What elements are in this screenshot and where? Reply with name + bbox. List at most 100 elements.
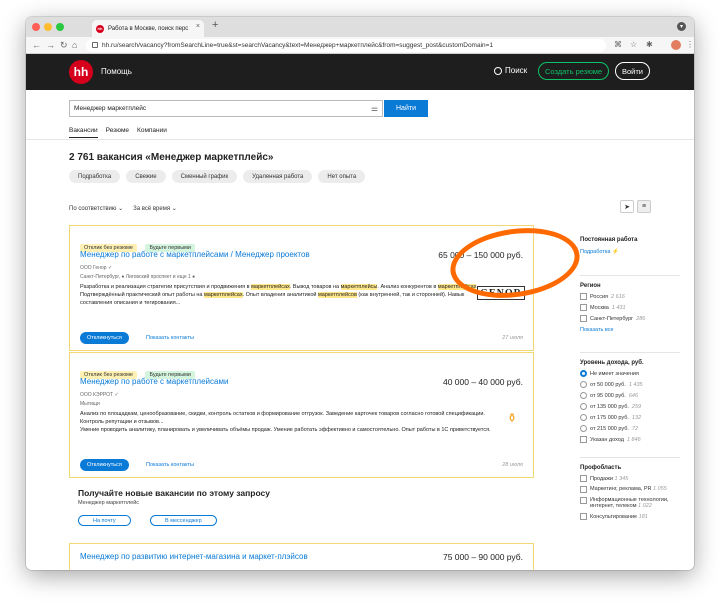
quick-filter-chips: Подработка Свежие Сменный график Удаленн…: [69, 170, 366, 183]
prof-title: Профобласть: [580, 465, 622, 471]
results-heading: 2 761 вакансия «Менеджер маркетплейс»: [69, 152, 274, 163]
prof-checkbox[interactable]: Консультирование 181: [580, 513, 680, 520]
chip-remote[interactable]: Удаленная работа: [243, 170, 313, 183]
company-name: ООО КЭРРОТ: [80, 392, 114, 398]
chevron-down-icon: ⌄: [118, 206, 124, 212]
divider: [580, 275, 680, 276]
url-text: hh.ru/search/vacancy?fromSearchLine=true…: [102, 42, 494, 49]
checkbox-icon: [580, 304, 587, 311]
vacancy-title-link[interactable]: Менеджер по работе с маркетплейсами: [80, 377, 228, 386]
search-icon: [494, 66, 502, 75]
chip-part-time[interactable]: Подработка: [69, 170, 121, 183]
tab-companies[interactable]: Компании: [137, 127, 167, 138]
chip-shift-schedule[interactable]: Сменный график: [171, 170, 238, 183]
subscribe-email-button[interactable]: На почту: [78, 515, 131, 526]
bookmark-star-icon[interactable]: ☆: [630, 40, 637, 49]
url-input[interactable]: hh.ru/search/vacancy?fromSearchLine=true…: [86, 39, 606, 52]
site-header: hh Помощь Поиск Создать резюме Войти: [26, 54, 694, 90]
tab-menu-icon[interactable]: ▾: [677, 22, 686, 31]
find-button[interactable]: Найти: [384, 100, 428, 117]
show-contacts-link[interactable]: Показать контакты: [146, 462, 194, 468]
sort-row: По соответствию ⌄ За всё время ⌄: [69, 205, 177, 212]
tab-close-icon[interactable]: ×: [196, 23, 200, 30]
show-contacts-link[interactable]: Показать контакты: [146, 335, 194, 341]
region-checkbox[interactable]: Санкт-Петербург 286: [580, 315, 645, 322]
browser-window: hh Работа в Москве, поиск перс × + ▾ ← →…: [26, 17, 694, 570]
vacancy-date: 28 июля: [502, 462, 523, 468]
search-link[interactable]: Поиск: [494, 66, 527, 75]
vacancy-card: Менеджер по развитию интернет-магазина и…: [69, 543, 534, 570]
divider: [580, 457, 680, 458]
search-input[interactable]: Менеджер маркетплейс ⚌: [69, 100, 383, 117]
more-menu-icon[interactable]: ⋮: [686, 40, 694, 49]
filter-sliders-icon[interactable]: ⚌: [371, 104, 378, 113]
radio-icon: [580, 403, 587, 410]
income-radio[interactable]: от 95 000 руб. 646: [580, 392, 644, 399]
checkbox-icon: [580, 315, 587, 322]
subscribe-title: Получайте новые вакансии по этому запрос…: [78, 488, 271, 498]
checkbox-icon: [580, 436, 587, 443]
employment-filter: Постоянная работа Подработка ⚡: [580, 237, 637, 255]
maximize-window-button[interactable]: [56, 23, 64, 31]
browser-tab[interactable]: hh Работа в Москве, поиск перс ×: [92, 20, 204, 37]
income-radio[interactable]: от 175 000 руб. 132: [580, 414, 644, 421]
list-view-button[interactable]: ≡: [637, 200, 651, 213]
income-radio[interactable]: от 135 000 руб. 259: [580, 403, 644, 410]
region-checkbox[interactable]: Москва 1 431: [580, 304, 645, 311]
prof-checkbox[interactable]: Маркетинг, реклама, PR 1 055: [580, 486, 680, 493]
income-radio[interactable]: от 215 000 руб. 72: [580, 425, 644, 432]
period-dropdown[interactable]: За всё время ⌄: [133, 205, 177, 212]
search-query-text: Менеджер маркетплейс: [74, 105, 147, 112]
vacancy-date: 27 июля: [502, 335, 523, 341]
new-tab-button[interactable]: +: [212, 19, 218, 31]
reload-icon[interactable]: ↻: [60, 40, 68, 51]
period-label: За всё время: [133, 206, 171, 212]
vacancy-title-link[interactable]: Менеджер по развитию интернет-магазина и…: [80, 552, 308, 561]
search-link-label: Поиск: [505, 66, 528, 75]
vacancy-location: Санкт-Петербург, ● Лиговский проспект и …: [80, 274, 196, 280]
tab-vacancies[interactable]: Вакансии: [69, 127, 98, 138]
profile-avatar[interactable]: [671, 40, 681, 50]
region-filter: Регион Россия 2 616 Москва 1 431 Санкт-П…: [580, 283, 645, 333]
lightning-icon: ⚡: [611, 249, 619, 255]
prof-checkbox[interactable]: Информационные технологии, интернет, тел…: [580, 497, 680, 509]
close-window-button[interactable]: [32, 23, 40, 31]
carrot-logo-icon[interactable]: ⚱: [507, 411, 517, 425]
hh-logo[interactable]: hh: [69, 60, 93, 84]
login-button[interactable]: Войти: [615, 62, 650, 80]
create-resume-button[interactable]: Создать резюме: [538, 62, 610, 80]
show-all-link[interactable]: Показать все: [580, 327, 645, 333]
vacancy-salary: 40 000 – 40 000 руб.: [442, 377, 523, 387]
chip-fresh[interactable]: Свежие: [126, 170, 166, 183]
sort-dropdown[interactable]: По соответствию ⌄: [69, 205, 123, 212]
minimize-window-button[interactable]: [44, 23, 52, 31]
chevron-down-icon: ⌄: [171, 206, 177, 212]
help-link[interactable]: Помощь: [101, 67, 132, 76]
region-title: Регион: [580, 283, 601, 289]
income-specified-checkbox[interactable]: Указан доход 1 846: [580, 436, 644, 443]
tab-resumes[interactable]: Резюме: [106, 127, 129, 138]
respond-button[interactable]: Откликнуться: [80, 332, 129, 344]
income-radio[interactable]: Не имеет значения: [580, 370, 644, 377]
company-link[interactable]: ООО КЭРРОТ ✓: [80, 392, 119, 398]
divider: [580, 352, 680, 353]
income-radio[interactable]: от 50 000 руб. 1 435: [580, 381, 644, 388]
chip-no-experience[interactable]: Нет опыта: [318, 170, 366, 183]
respond-button[interactable]: Откликнуться: [80, 459, 129, 471]
part-time-link[interactable]: Подработка ⚡: [580, 249, 637, 255]
map-pin-button[interactable]: ➤: [620, 200, 634, 213]
company-link[interactable]: ООО Генор ✓: [80, 265, 112, 271]
vacancy-title-link[interactable]: Менеджер по работе с маркетплейсами / Ме…: [80, 250, 310, 259]
translate-icon[interactable]: ⌘: [614, 40, 622, 49]
prof-checkbox[interactable]: Продажи 1 345: [580, 475, 680, 482]
prof-filter: Профобласть Продажи 1 345 Маркетинг, рек…: [580, 465, 680, 520]
subscribe-block: Получайте новые вакансии по этому запрос…: [78, 488, 543, 526]
back-icon[interactable]: ←: [32, 40, 41, 50]
radio-icon: [580, 381, 587, 388]
home-icon[interactable]: ⌂: [72, 40, 77, 50]
forward-icon[interactable]: →: [46, 40, 55, 50]
subscribe-messenger-button[interactable]: В мессенджер: [150, 515, 217, 526]
employment-title: Постоянная работа: [580, 237, 638, 243]
extensions-icon[interactable]: ✱: [646, 40, 653, 49]
region-checkbox[interactable]: Россия 2 616: [580, 293, 645, 300]
